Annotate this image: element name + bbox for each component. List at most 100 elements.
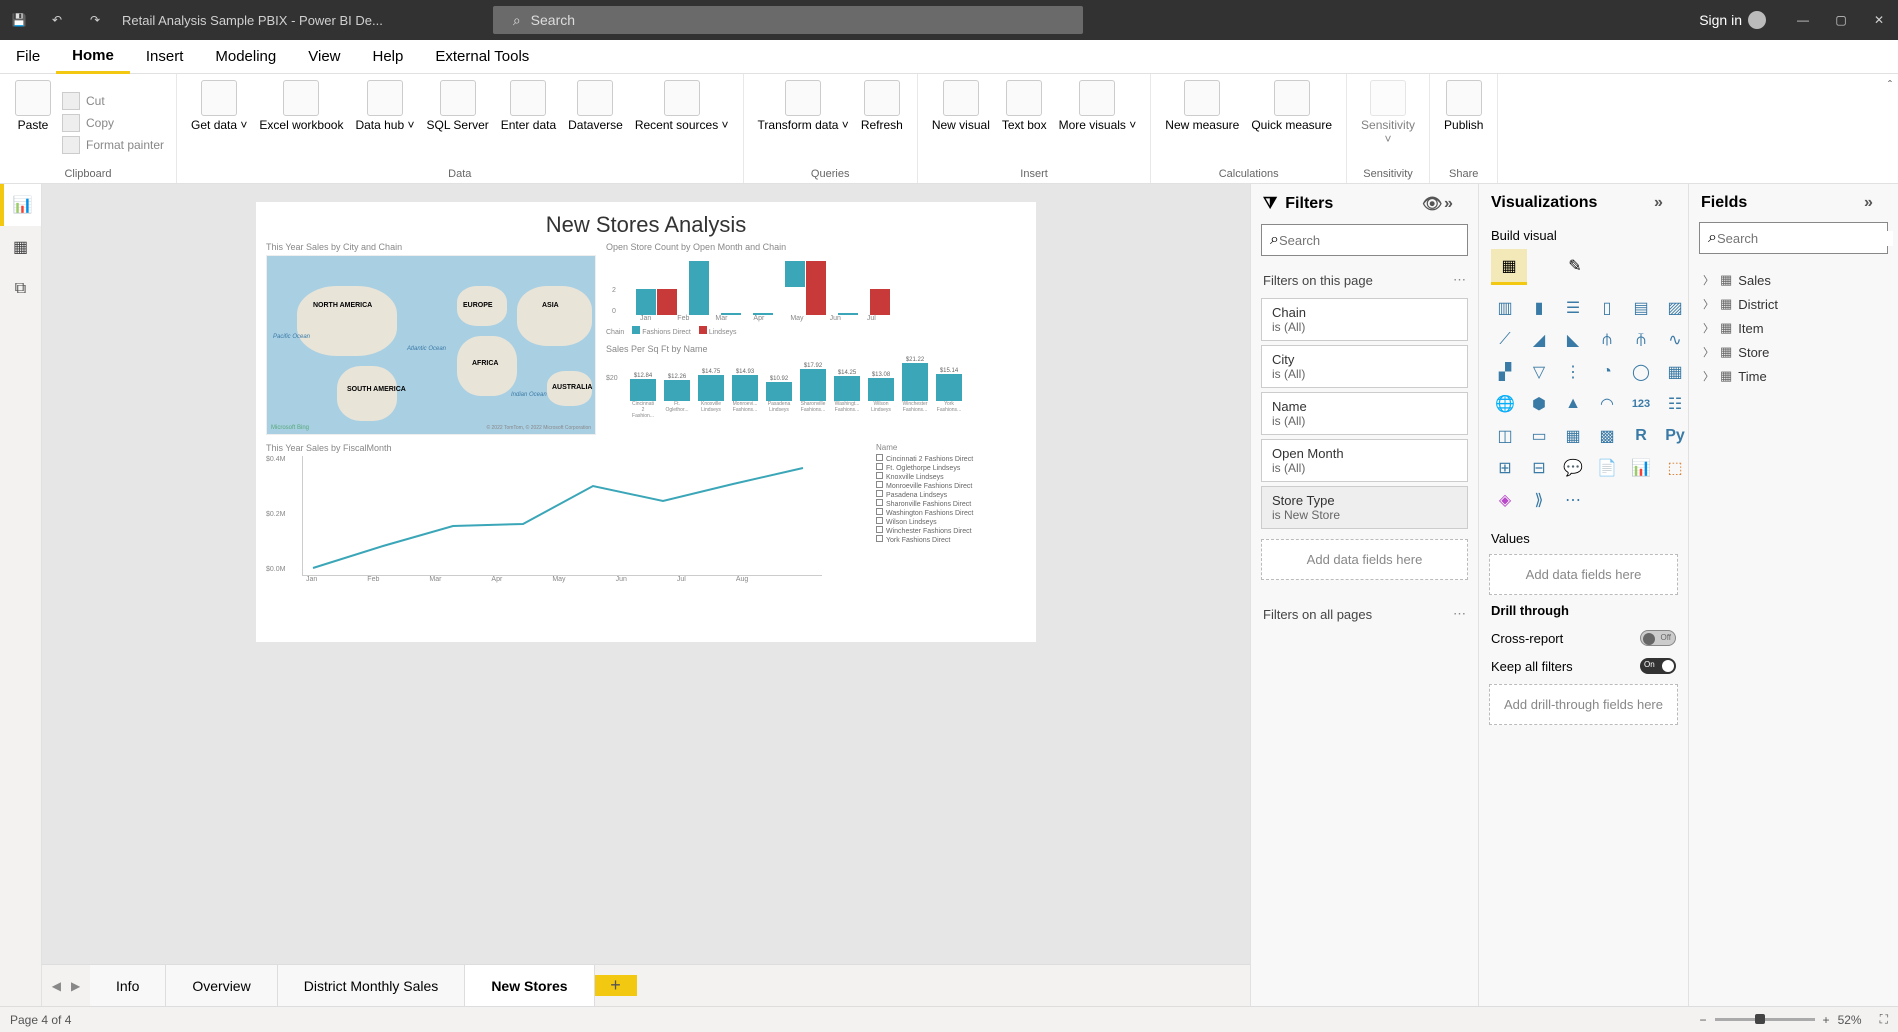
field-table[interactable]: 〉▦District (1697, 292, 1890, 316)
tab-district[interactable]: District Monthly Sales (278, 965, 466, 1007)
filter-card[interactable]: Chainis (All) (1261, 298, 1468, 341)
text-box-button[interactable]: Text box (996, 78, 1053, 168)
field-table[interactable]: 〉▦Sales (1697, 268, 1890, 292)
data-view-icon[interactable]: ▦ (0, 226, 41, 268)
map-icon[interactable]: 🌐 (1491, 391, 1519, 417)
excel-workbook-button[interactable]: Excel workbook (253, 78, 349, 168)
undo-icon[interactable]: ↶ (38, 0, 76, 40)
zoom-slider[interactable] (1715, 1018, 1815, 1021)
new-visual-button[interactable]: New visual (926, 78, 996, 168)
more-options-icon[interactable]: ⋯ (1559, 487, 1587, 513)
global-search[interactable]: ⌕ Search (493, 6, 1083, 34)
scatter-icon[interactable]: ⋮ (1559, 359, 1587, 385)
menu-view[interactable]: View (292, 40, 356, 74)
qa-icon[interactable]: 💬 (1559, 455, 1587, 481)
keep-filters-toggle[interactable]: On (1640, 658, 1676, 674)
fields-search[interactable]: ⌕ (1699, 222, 1888, 254)
tab-info[interactable]: Info (90, 965, 166, 1007)
powerautomate-icon[interactable]: ◈ (1491, 487, 1519, 513)
model-view-icon[interactable]: ⧉ (0, 268, 41, 310)
funnel-icon[interactable]: ▽ (1525, 359, 1553, 385)
azure-map-icon[interactable]: ▲ (1559, 391, 1587, 417)
cross-report-toggle[interactable]: Off (1640, 630, 1676, 646)
save-icon[interactable]: 💾 (0, 0, 38, 40)
multi-card-icon[interactable]: ☷ (1661, 391, 1689, 417)
treemap-icon[interactable]: ▦ (1661, 359, 1689, 385)
paginated-icon[interactable]: 📊 (1627, 455, 1655, 481)
filter-card[interactable]: Store Typeis New Store (1261, 486, 1468, 529)
map-visual[interactable]: NORTH AMERICA SOUTH AMERICA EUROPE AFRIC… (266, 255, 596, 435)
menu-insert[interactable]: Insert (130, 40, 200, 74)
tab-overview[interactable]: Overview (166, 965, 277, 1007)
gauge-icon[interactable]: ◠ (1593, 391, 1621, 417)
recent-sources-button[interactable]: Recent sources ˅ (629, 78, 735, 168)
filters-all-menu-icon[interactable]: ⋯ (1453, 606, 1466, 622)
eye-icon[interactable]: 👁 (1422, 194, 1444, 214)
slicer-icon[interactable]: ▭ (1525, 423, 1553, 449)
menu-external-tools[interactable]: External Tools (419, 40, 545, 74)
format-visual-tab-icon[interactable]: ✎ (1557, 249, 1593, 285)
data-hub-button[interactable]: Data hub ˅ (349, 78, 420, 168)
waterfall-icon[interactable]: ▞ (1491, 359, 1519, 385)
python-visual-icon[interactable]: Py (1661, 423, 1689, 449)
more-visuals-button[interactable]: More visuals ˅ (1053, 78, 1143, 168)
line-visual[interactable] (302, 456, 822, 576)
field-table[interactable]: 〉▦Time (1697, 364, 1890, 388)
matrix-icon[interactable]: ▩ (1593, 423, 1621, 449)
tab-new-stores[interactable]: New Stores (465, 965, 594, 1007)
collapse-filters-icon[interactable]: » (1444, 195, 1466, 213)
get-data-button[interactable]: Get data ˅ (185, 78, 253, 168)
prev-page-icon[interactable]: ◀ (52, 979, 61, 993)
r-visual-icon[interactable]: R (1627, 423, 1655, 449)
narrative-icon[interactable]: 📄 (1593, 455, 1621, 481)
paste-button[interactable]: Paste (8, 78, 58, 168)
filter-card[interactable]: Nameis (All) (1261, 392, 1468, 435)
stacked-area-icon[interactable]: ◣ (1559, 327, 1587, 353)
collapse-viz-icon[interactable]: » (1654, 194, 1676, 212)
next-page-icon[interactable]: ▶ (71, 979, 80, 993)
powerapps-icon[interactable]: ⬚ (1661, 455, 1689, 481)
filters-drop-zone[interactable]: Add data fields here (1261, 539, 1468, 580)
barchart-visual[interactable]: 20 (606, 255, 1006, 315)
clustered-column-icon[interactable]: ▯ (1593, 295, 1621, 321)
quick-measure-button[interactable]: Quick measure (1245, 78, 1338, 168)
100-column-icon[interactable]: ▨ (1661, 295, 1689, 321)
report-canvas[interactable]: New Stores Analysis This Year Sales by C… (42, 184, 1250, 964)
new-measure-button[interactable]: New measure (1159, 78, 1245, 168)
ribbon-chart-icon[interactable]: ∿ (1661, 327, 1689, 353)
table-icon[interactable]: ▦ (1559, 423, 1587, 449)
line-clustered-icon[interactable]: ⫚ (1627, 327, 1655, 353)
sql-server-button[interactable]: SQL Server (421, 78, 495, 168)
menu-modeling[interactable]: Modeling (199, 40, 292, 74)
filter-card[interactable]: Cityis (All) (1261, 345, 1468, 388)
redo-icon[interactable]: ↷ (76, 0, 114, 40)
filters-search[interactable]: ⌕ (1261, 224, 1468, 256)
minimize-icon[interactable]: — (1784, 0, 1822, 40)
menu-help[interactable]: Help (357, 40, 420, 74)
get-more-visuals-icon[interactable]: ⟫ (1525, 487, 1553, 513)
collapse-fields-icon[interactable]: » (1864, 194, 1886, 212)
kpi-icon[interactable]: ◫ (1491, 423, 1519, 449)
line-column-icon[interactable]: ⫛ (1593, 327, 1621, 353)
dataverse-button[interactable]: Dataverse (562, 78, 629, 168)
report-view-icon[interactable]: 📊 (0, 184, 41, 226)
add-page-button[interactable]: + (595, 975, 637, 996)
stacked-column-icon[interactable]: ▮ (1525, 295, 1553, 321)
pie-icon[interactable]: ◔ (1593, 359, 1621, 385)
fields-search-input[interactable] (1717, 231, 1893, 246)
filter-card[interactable]: Open Monthis (All) (1261, 439, 1468, 482)
filters-page-menu-icon[interactable]: ⋯ (1453, 272, 1466, 288)
enter-data-button[interactable]: Enter data (495, 78, 562, 168)
filters-search-input[interactable] (1279, 233, 1459, 248)
decomposition-icon[interactable]: ⊟ (1525, 455, 1553, 481)
build-visual-tab-icon[interactable]: ▦ (1491, 249, 1527, 285)
zoom-out-icon[interactable]: − (1700, 1013, 1707, 1027)
key-influencers-icon[interactable]: ⊞ (1491, 455, 1519, 481)
values-drop-zone[interactable]: Add data fields here (1489, 554, 1678, 595)
line-chart-icon[interactable]: ⟋ (1491, 327, 1519, 353)
field-table[interactable]: 〉▦Item (1697, 316, 1890, 340)
clustered-bar-icon[interactable]: ☰ (1559, 295, 1587, 321)
menu-home[interactable]: Home (56, 40, 130, 74)
publish-button[interactable]: Publish (1438, 78, 1489, 168)
zoom-control[interactable]: − + 52% ⛶ (1700, 1012, 1888, 1027)
